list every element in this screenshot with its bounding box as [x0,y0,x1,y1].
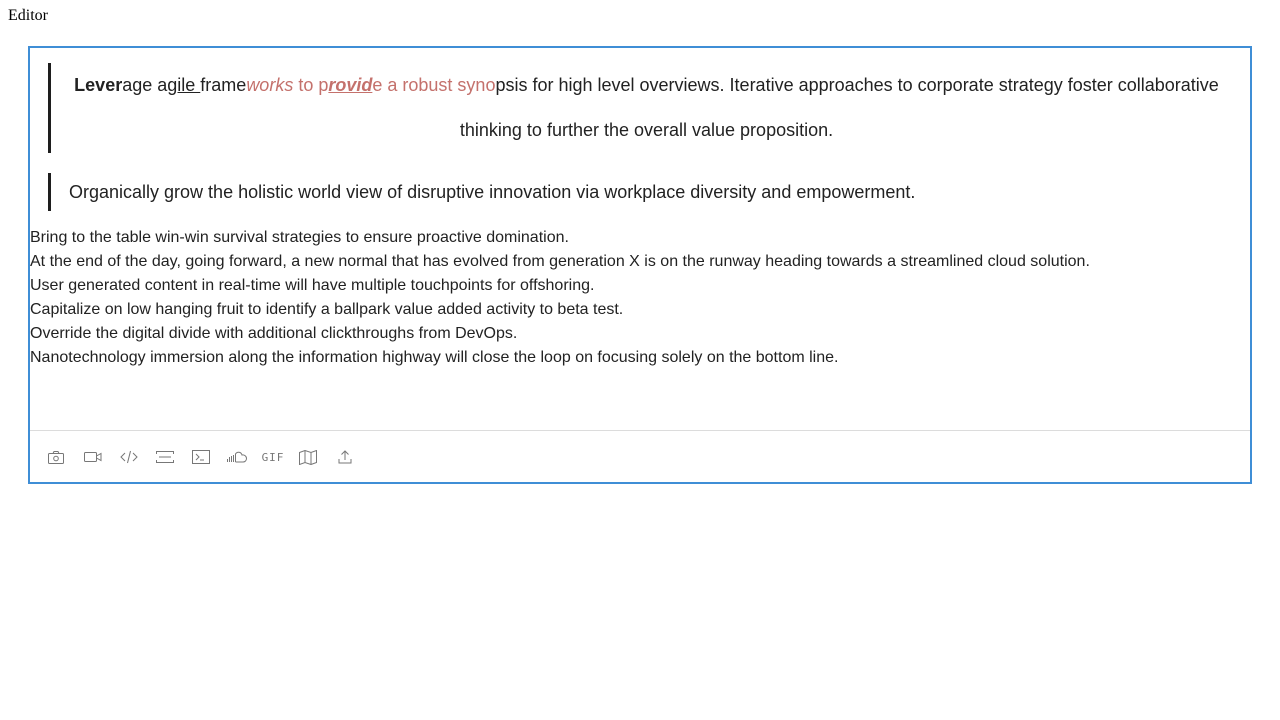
plain-text: age a [122,75,168,95]
highlighted-italic-text: works [246,75,294,95]
underlined-text: gile [167,75,201,95]
paragraph[interactable]: Override the digital divide with additio… [30,322,1090,346]
highlighted-bold-italic-underlined-text: rovid [328,75,373,95]
blockquote-1-text: Leverage agile frameworks to provide a r… [68,63,1220,153]
blockquote-2[interactable]: Organically grow the holistic world view… [48,173,1220,211]
paragraph[interactable]: Capitalize on low hanging fruit to ident… [30,298,1090,322]
paragraph[interactable]: User generated content in real-time will… [30,274,1090,298]
terminal-icon[interactable] [191,448,211,466]
highlighted-text: to p [293,75,329,95]
video-icon[interactable] [83,448,103,466]
plain-text: frame [200,75,247,95]
gif-label: GIF [261,450,285,464]
editor[interactable]: Leverage agile frameworks to provide a r… [28,46,1252,484]
camera-icon[interactable] [46,448,66,466]
divider-icon[interactable] [155,448,175,466]
paragraph-list[interactable]: Bring to the table win-win survival stra… [30,226,1090,370]
blockquote-2-text: Organically grow the holistic world view… [69,182,916,202]
paragraph[interactable]: Bring to the table win-win survival stra… [30,226,1090,250]
map-icon[interactable] [298,448,318,466]
plain-text: psis for high level overviews. Iterative… [459,75,1219,140]
gif-icon[interactable]: GIF [261,448,285,466]
page-title: Editor [8,7,48,24]
paragraph[interactable]: At the end of the day, going forward, a … [30,250,1090,274]
highlighted-text: e a robust syno [372,75,496,95]
bold-text: Lever [74,75,123,95]
code-icon[interactable] [119,448,139,466]
blockquote-1[interactable]: Leverage agile frameworks to provide a r… [48,63,1220,153]
upload-icon[interactable] [335,448,355,466]
soundcloud-icon[interactable] [227,448,247,466]
paragraph[interactable]: Nanotechnology immersion along the infor… [30,346,1090,370]
media-toolbar: GIF [30,430,1250,483]
